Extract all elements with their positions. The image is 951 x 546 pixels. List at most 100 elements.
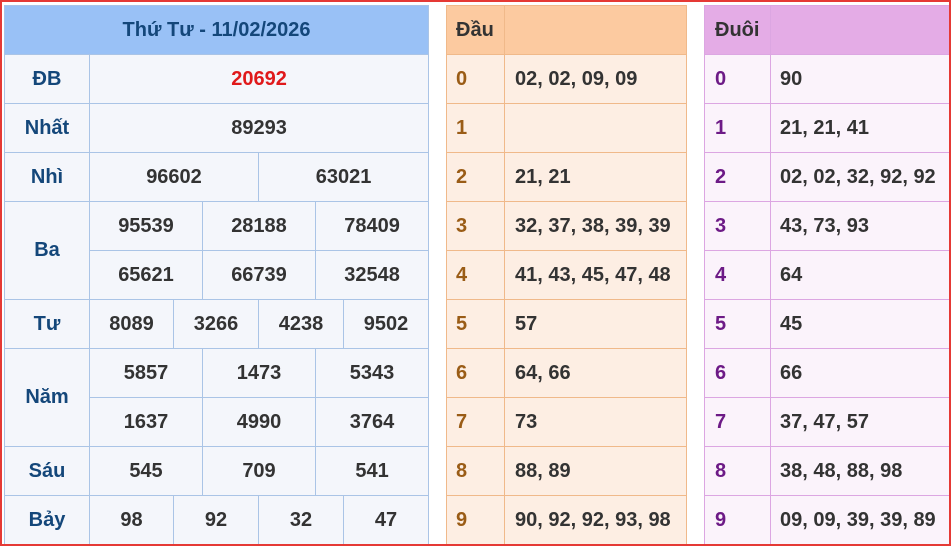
digit-key: 8 xyxy=(704,446,771,496)
digit-key: 5 xyxy=(704,299,771,349)
prize-row-third: Ba 95539 28188 78409 xyxy=(4,201,430,300)
digit-key: 1 xyxy=(704,103,771,153)
digit-values: 64 xyxy=(770,250,951,300)
prize-number: 4990 xyxy=(202,397,316,447)
prize-number: 65621 xyxy=(89,250,203,300)
head-digit-row: 0 02, 02, 09, 09 xyxy=(446,54,687,104)
prize-label: Nhì xyxy=(4,152,90,202)
prize-number: 5343 xyxy=(314,348,430,398)
digit-key: 6 xyxy=(704,348,771,398)
head-digit-row: 5 57 xyxy=(446,299,687,349)
prize-number: 1637 xyxy=(89,397,203,447)
head-digit-row: 2 21, 21 xyxy=(446,152,687,202)
digit-values: 57 xyxy=(504,299,687,349)
prize-number: 47 xyxy=(342,495,430,545)
tail-digit-header-blank xyxy=(770,5,951,55)
lottery-results-table: Thứ Tư - 11/02/2026 ĐB 20692 Nhất 89293 … xyxy=(3,5,430,545)
prize-number: 66739 xyxy=(202,250,316,300)
prize-label: Sáu xyxy=(4,446,90,496)
prize-number: 78409 xyxy=(314,201,430,251)
prize-number: 8089 xyxy=(89,299,174,349)
prize-number: 1473 xyxy=(202,348,316,398)
digit-key: 2 xyxy=(704,152,771,202)
prize-number: 4238 xyxy=(258,299,344,349)
digit-values: 66 xyxy=(770,348,951,398)
digit-key: 2 xyxy=(446,152,505,202)
prize-label: ĐB xyxy=(4,54,90,104)
digit-values: 45 xyxy=(770,299,951,349)
digit-values: 38, 48, 88, 98 xyxy=(770,446,951,496)
prize-number: 709 xyxy=(202,446,316,496)
prize-row-second: Nhì 96602 63021 xyxy=(4,152,430,202)
tail-digit-row: 2 02, 02, 32, 92, 92 xyxy=(704,152,951,202)
digit-values: 02, 02, 32, 92, 92 xyxy=(770,152,951,202)
prize-number: 541 xyxy=(314,446,430,496)
prize-number: 92 xyxy=(173,495,259,545)
head-digit-row: 6 64, 66 xyxy=(446,348,687,398)
digit-values: 37, 47, 57 xyxy=(770,397,951,447)
digit-key: 4 xyxy=(704,250,771,300)
head-digit-row: 9 90, 92, 92, 93, 98 xyxy=(446,495,687,545)
digit-key: 1 xyxy=(446,103,505,153)
digit-values: 41, 43, 45, 47, 48 xyxy=(504,250,687,300)
tail-digit-row: 1 21, 21, 41 xyxy=(704,103,951,153)
prize-row-fourth: Tư 8089 3266 4238 9502 xyxy=(4,299,430,349)
prize-number: 95539 xyxy=(89,201,203,251)
head-digit-row: 7 73 xyxy=(446,397,687,447)
digit-key: 3 xyxy=(704,201,771,251)
prize-label: Ba xyxy=(4,201,90,300)
prize-number: 96602 xyxy=(89,152,259,202)
prize-label: Nhất xyxy=(4,103,90,153)
prize-row-special: ĐB 20692 xyxy=(4,54,430,104)
digit-key: 9 xyxy=(704,495,771,545)
prize-number: 545 xyxy=(89,446,203,496)
tail-digit-row: 4 64 xyxy=(704,250,951,300)
tail-digit-row: 6 66 xyxy=(704,348,951,398)
tail-digit-row: 7 37, 47, 57 xyxy=(704,397,951,447)
digit-values: 73 xyxy=(504,397,687,447)
prize-number: 98 xyxy=(89,495,174,545)
digit-values: 88, 89 xyxy=(504,446,687,496)
digit-key: 8 xyxy=(446,446,505,496)
prize-row-fifth: Năm 5857 1473 5343 xyxy=(4,348,430,447)
digit-values: 32, 37, 38, 39, 39 xyxy=(504,201,687,251)
prize-number: 20692 xyxy=(88,54,430,104)
head-digit-row: 8 88, 89 xyxy=(446,446,687,496)
head-digit-row: 3 32, 37, 38, 39, 39 xyxy=(446,201,687,251)
digit-values: 21, 21, 41 xyxy=(770,103,951,153)
prize-number: 32 xyxy=(258,495,344,545)
digit-key: 6 xyxy=(446,348,505,398)
prize-number: 3764 xyxy=(314,397,430,447)
head-digit-header: Đầu xyxy=(446,5,505,55)
prize-label: Tư xyxy=(4,299,90,349)
digit-key: 7 xyxy=(704,397,771,447)
digit-key: 7 xyxy=(446,397,505,447)
tail-digit-row: 9 09, 09, 39, 39, 89 xyxy=(704,495,951,545)
tail-digit-table: Đuôi 0 90 1 21, 21, 41 2 02, 02, 32, 92, 92… xyxy=(704,5,951,545)
tail-digit-row: 8 38, 48, 88, 98 xyxy=(704,446,951,496)
digit-key: 4 xyxy=(446,250,505,300)
prize-number: 3266 xyxy=(173,299,259,349)
digit-values: 90 xyxy=(770,54,951,104)
prize-row-sixth: Sáu 545 709 541 xyxy=(4,446,430,496)
digit-values xyxy=(504,103,687,153)
prize-number: 9502 xyxy=(342,299,430,349)
prize-row-seventh: Bảy 98 92 32 47 xyxy=(4,495,430,545)
head-digit-header-blank xyxy=(504,5,687,55)
digit-key: 9 xyxy=(446,495,505,545)
head-digit-table: Đầu 0 02, 02, 09, 09 1 2 21, 21 3 32, 37, 3… xyxy=(446,5,687,545)
digit-values: 90, 92, 92, 93, 98 xyxy=(504,495,687,545)
digit-values: 02, 02, 09, 09 xyxy=(504,54,687,104)
digit-key: 3 xyxy=(446,201,505,251)
prize-number: 28188 xyxy=(202,201,316,251)
digit-key: 0 xyxy=(704,54,771,104)
prize-number: 32548 xyxy=(314,250,430,300)
prize-label: Bảy xyxy=(4,495,90,545)
prize-label: Năm xyxy=(4,348,90,447)
prize-row-first: Nhất 89293 xyxy=(4,103,430,153)
digit-key: 0 xyxy=(446,54,505,104)
head-digit-row: 1 xyxy=(446,103,687,153)
tail-digit-row: 5 45 xyxy=(704,299,951,349)
tail-digit-row: 0 90 xyxy=(704,54,951,104)
prize-number: 89293 xyxy=(88,103,430,153)
